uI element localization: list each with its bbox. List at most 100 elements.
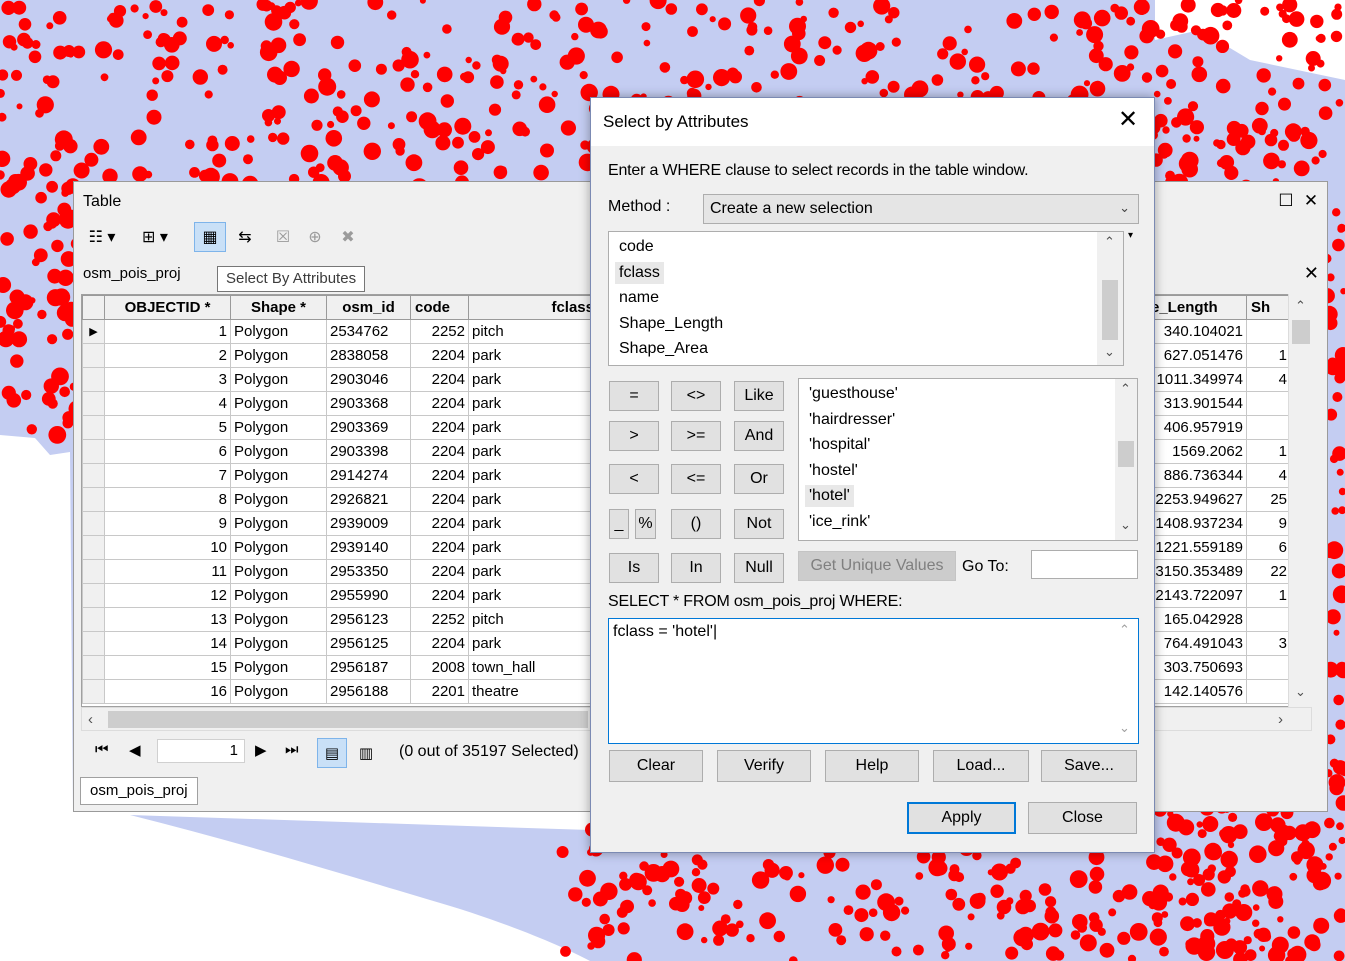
row-selector[interactable] [82, 463, 105, 488]
row-selector[interactable] [82, 535, 105, 560]
field-item[interactable]: name [619, 287, 659, 309]
show-all-records-icon[interactable]: ▤ [317, 738, 347, 768]
operator-button[interactable]: % [635, 509, 656, 539]
column-header-shape-area[interactable]: Sh [1246, 295, 1291, 320]
operator-button[interactable]: < [609, 464, 659, 494]
help-button[interactable]: Help [825, 750, 919, 782]
scroll-down-icon[interactable]: ⌄ [1104, 344, 1115, 360]
field-item[interactable]: Shape_Length [619, 313, 723, 335]
last-record-icon[interactable]: ⏭ [285, 741, 299, 758]
unique-value-item[interactable]: 'hairdresser' [809, 409, 895, 431]
scroll-thumb-horizontal[interactable] [108, 711, 588, 728]
scroll-up-icon[interactable]: ⌃ [1120, 381, 1131, 397]
fields-listbox[interactable]: code fclass name Shape_Length Shape_Area ⌃ ⌄ [608, 231, 1124, 366]
column-header-osm-id[interactable]: osm_id [326, 295, 411, 320]
unique-value-item[interactable]: 'hospital' [809, 434, 870, 456]
values-scroll-thumb[interactable] [1118, 441, 1134, 467]
switch-selection-icon[interactable]: ⇆ [230, 222, 260, 252]
row-selector[interactable] [82, 439, 105, 464]
clear-button[interactable]: Clear [609, 750, 703, 782]
scroll-right-icon[interactable]: › [1278, 711, 1283, 728]
previous-record-icon[interactable]: ◀ [129, 741, 141, 759]
unique-value-item[interactable]: 'ice_rink' [809, 511, 870, 533]
table-tab-osm-pois-proj[interactable]: osm_pois_proj [83, 265, 181, 282]
table-options-icon[interactable]: ☷ ▾ [82, 222, 122, 252]
dialog-close-icon[interactable]: ✕ [1114, 106, 1142, 134]
clear-selection-icon[interactable]: ☒ [270, 222, 296, 252]
column-header-code[interactable]: code [410, 295, 469, 320]
unique-value-item[interactable]: 'hotel' [805, 485, 854, 507]
fields-scrollbar[interactable]: ⌃ ⌄ [1097, 232, 1123, 365]
operator-button[interactable]: () [671, 509, 721, 539]
unique-value-item[interactable]: 'hostel' [809, 460, 858, 482]
close-tab-icon[interactable]: ✕ [1304, 263, 1319, 284]
row-selector[interactable]: ▶ [82, 319, 105, 344]
operator-button[interactable]: >= [671, 421, 721, 451]
row-selector[interactable] [82, 631, 105, 656]
operator-button[interactable]: Like [734, 381, 784, 411]
resize-grip-icon[interactable]: ▾ [1128, 230, 1133, 241]
related-tables-icon[interactable]: ⊞ ▾ [132, 222, 178, 252]
maximize-icon[interactable]: ☐ [1275, 190, 1297, 212]
scroll-up-icon[interactable]: ⌃ [1104, 234, 1115, 250]
close-button[interactable]: Close [1028, 802, 1137, 834]
select-by-attributes-dialog[interactable]: Select by Attributes ✕ Enter a WHERE cla… [590, 97, 1155, 853]
goto-input[interactable] [1031, 550, 1138, 579]
scroll-down-icon[interactable]: ⌄ [1295, 684, 1306, 700]
table-vertical-scrollbar[interactable]: ⌃ ⌄ [1288, 294, 1312, 707]
method-dropdown[interactable]: Create a new selection ⌄ [703, 194, 1139, 224]
row-selector[interactable] [82, 679, 105, 704]
close-icon[interactable]: ✕ [1300, 190, 1322, 212]
scroll-thumb[interactable] [1292, 320, 1310, 344]
verify-button[interactable]: Verify [717, 750, 811, 782]
select-by-attributes-icon[interactable]: ▦ [194, 222, 226, 252]
field-item[interactable]: code [619, 236, 654, 258]
scroll-up-icon[interactable]: ⌃ [1295, 298, 1306, 314]
row-selector[interactable] [82, 415, 105, 440]
apply-button[interactable]: Apply [907, 802, 1016, 834]
operator-button[interactable]: Is [609, 553, 659, 583]
fields-scroll-thumb[interactable] [1102, 280, 1118, 340]
operator-button[interactable]: Not [734, 509, 784, 539]
unique-value-item[interactable]: 'guesthouse' [809, 383, 898, 405]
operator-button[interactable]: <> [671, 381, 721, 411]
column-header-objectid[interactable]: OBJECTID * [104, 295, 231, 320]
row-selector[interactable] [82, 343, 105, 368]
scroll-down-icon[interactable]: ⌄ [1120, 517, 1131, 533]
expression-scrollbar[interactable]: ⌃ ⌄ [1113, 620, 1137, 742]
row-selector[interactable] [82, 367, 105, 392]
next-record-icon[interactable]: ▶ [255, 741, 267, 759]
scroll-down-icon[interactable]: ⌄ [1119, 720, 1130, 736]
row-selector[interactable] [82, 487, 105, 512]
row-selector[interactable] [82, 391, 105, 416]
operator-button[interactable]: > [609, 421, 659, 451]
delete-selected-icon[interactable]: ✖ [334, 222, 362, 252]
column-header-shape-length[interactable]: e_Length [1146, 295, 1247, 320]
row-selector[interactable] [82, 559, 105, 584]
bottom-tab-osm-pois-proj[interactable]: osm_pois_proj [80, 777, 198, 805]
operator-button[interactable]: In [671, 553, 721, 583]
unique-values-listbox[interactable]: 'guesthouse' 'hairdresser' 'hospital' 'host… [798, 378, 1138, 541]
row-selector[interactable] [82, 583, 105, 608]
scroll-left-icon[interactable]: ‹ [88, 711, 93, 728]
load-button[interactable]: Load... [933, 750, 1029, 782]
zoom-to-selected-icon[interactable]: ⊕ [300, 222, 330, 252]
first-record-icon[interactable]: ⏮ [95, 741, 109, 758]
column-header-fclass[interactable]: fclass [468, 295, 599, 320]
values-scrollbar[interactable]: ⌃ ⌄ [1115, 379, 1137, 540]
operator-button[interactable]: = [609, 381, 659, 411]
operator-button[interactable]: _ [609, 509, 629, 539]
scroll-up-icon[interactable]: ⌃ [1119, 622, 1130, 638]
operator-button[interactable]: Or [734, 464, 784, 494]
current-record-input[interactable]: 1 [157, 739, 245, 763]
column-header-shape[interactable]: Shape * [230, 295, 327, 320]
row-selector[interactable] [82, 655, 105, 680]
save-button[interactable]: Save... [1041, 750, 1137, 782]
row-selector[interactable] [82, 511, 105, 536]
field-item[interactable]: Shape_Area [619, 338, 708, 360]
operator-button[interactable]: And [734, 421, 784, 451]
where-clause-textarea[interactable]: fclass = 'hotel'| ⌃ ⌄ [608, 618, 1139, 744]
show-selected-records-icon[interactable]: ▥ [351, 738, 381, 768]
row-selector[interactable] [82, 607, 105, 632]
get-unique-values-button[interactable]: Get Unique Values [798, 551, 956, 581]
